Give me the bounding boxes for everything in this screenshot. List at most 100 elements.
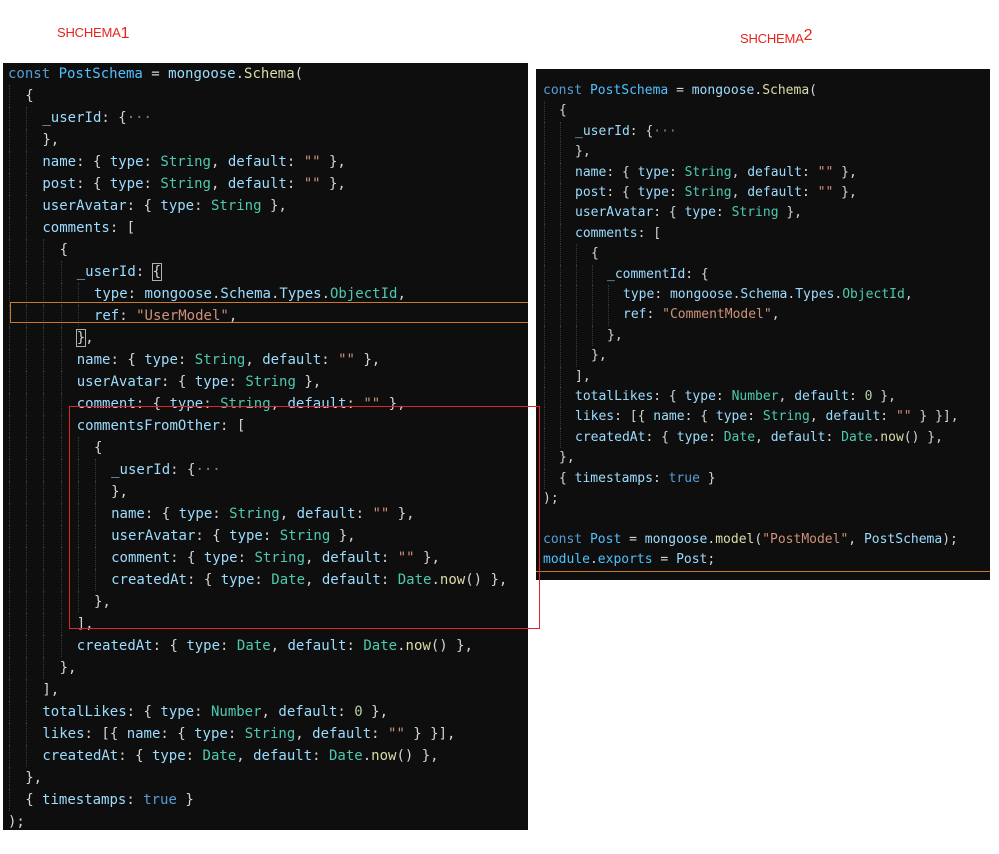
code-token: : { (126, 198, 161, 214)
code-token: }, (575, 144, 591, 160)
code-token: : [ (109, 220, 136, 236)
code-token: : (825, 429, 842, 445)
code-token: 0 (354, 704, 363, 720)
code-line: userAvatar: { type: String }, (3, 371, 528, 393)
indent-guide (94, 525, 111, 547)
code-token: } (699, 470, 716, 486)
indent-guide (25, 415, 42, 437)
code-token: : (227, 726, 245, 742)
indent-guide (25, 591, 42, 613)
code-token: : (254, 572, 272, 588)
code-token: "" (303, 154, 321, 170)
code-token: , (236, 748, 254, 764)
indent-guide (60, 437, 77, 459)
code-token: : (646, 307, 663, 323)
code-token: Date (841, 429, 873, 445)
code-token: }, (389, 506, 415, 522)
indent-guide (8, 129, 25, 151)
schema1-code-panel: const PostSchema = mongoose.Schema({_use… (3, 63, 528, 830)
code-token: , (305, 550, 322, 566)
code-token: String (160, 154, 211, 170)
indent-guide (25, 635, 42, 657)
indent-guide (94, 547, 111, 569)
code-token: "" (817, 164, 834, 180)
code-token: }, (59, 660, 77, 676)
code-token: }, (778, 205, 803, 221)
indent-guide (559, 305, 575, 327)
code-token: : [{ (84, 726, 127, 742)
code-token: _userId (42, 110, 102, 126)
code-line: name: { type: String, default: "" }, (3, 503, 528, 525)
code-token: : (135, 264, 153, 280)
indent-guide (25, 261, 42, 283)
indent-guide (559, 223, 575, 245)
code-token: : (119, 308, 137, 324)
code-token: Types (279, 286, 322, 302)
indent-guide (8, 305, 25, 327)
indent-guide (8, 437, 25, 459)
code-token: mongoose (144, 286, 212, 302)
indent-guide (8, 657, 25, 679)
code-token: now (371, 748, 397, 764)
indent-guide (575, 346, 591, 367)
code-token: Number (210, 704, 262, 720)
code-token: : { (653, 205, 685, 221)
indent-guide (77, 503, 94, 525)
indent-guide (42, 283, 59, 305)
code-token: }, (833, 164, 857, 180)
code-line: }, (3, 129, 528, 151)
code-token: { (25, 88, 34, 104)
code-token: String (279, 528, 331, 544)
indent-guide (25, 195, 42, 217)
code-token: String (210, 198, 262, 214)
code-token: name (42, 154, 77, 170)
code-line: _userId: {··· (536, 121, 990, 143)
code-line: ref: "CommentModel", (536, 305, 990, 327)
code-token: }, (559, 450, 575, 466)
code-token: : { (645, 429, 677, 445)
code-token: timestamps (42, 792, 127, 808)
code-token: , (228, 308, 238, 324)
indent-guide (77, 459, 94, 481)
indent-guide (25, 459, 42, 481)
indent-guide (8, 349, 25, 371)
code-line: createdAt: { type: Date, default: Date.n… (536, 427, 990, 449)
indent-guide (591, 305, 607, 327)
code-token: name (126, 726, 161, 742)
code-token: type (637, 185, 669, 200)
code-token: default (287, 396, 347, 412)
indent-guide (94, 459, 111, 481)
code-token: , (85, 330, 94, 346)
code-token: ObjectId (842, 287, 905, 302)
code-token: Date (723, 429, 756, 445)
code-line: }, (3, 481, 528, 503)
code-token: }, (320, 154, 346, 170)
code-token: Types (795, 287, 835, 302)
indent-guide (60, 613, 77, 635)
code-token: : (262, 528, 280, 544)
code-line: ); (3, 811, 528, 830)
code-line: userAvatar: { type: String }, (3, 195, 528, 217)
indent-guide (8, 415, 25, 437)
indent-guide (25, 129, 42, 151)
code-token: }, (354, 352, 381, 368)
code-token: "" (895, 409, 912, 425)
code-token: const (543, 83, 590, 98)
code-token: () }, (396, 748, 439, 764)
indent-guide (8, 239, 25, 261)
code-token: : { (195, 528, 230, 544)
indent-guide (42, 547, 59, 569)
code-token: Number (731, 389, 779, 404)
code-token: type (109, 154, 144, 170)
code-token: : { (170, 550, 204, 566)
indent-guide (42, 415, 59, 437)
code-token: }, (607, 327, 623, 343)
code-line: likes: [{ name: { type: String, default:… (536, 407, 990, 429)
code-line: }, (536, 448, 990, 469)
code-token: default (825, 409, 881, 425)
code-token: : { (629, 123, 654, 139)
code-token: ); (543, 491, 559, 506)
indent-guide (42, 261, 59, 283)
code-line: const PostSchema = mongoose.Schema( (536, 81, 990, 101)
schema1-label: SHCHEMA1 (57, 25, 130, 42)
